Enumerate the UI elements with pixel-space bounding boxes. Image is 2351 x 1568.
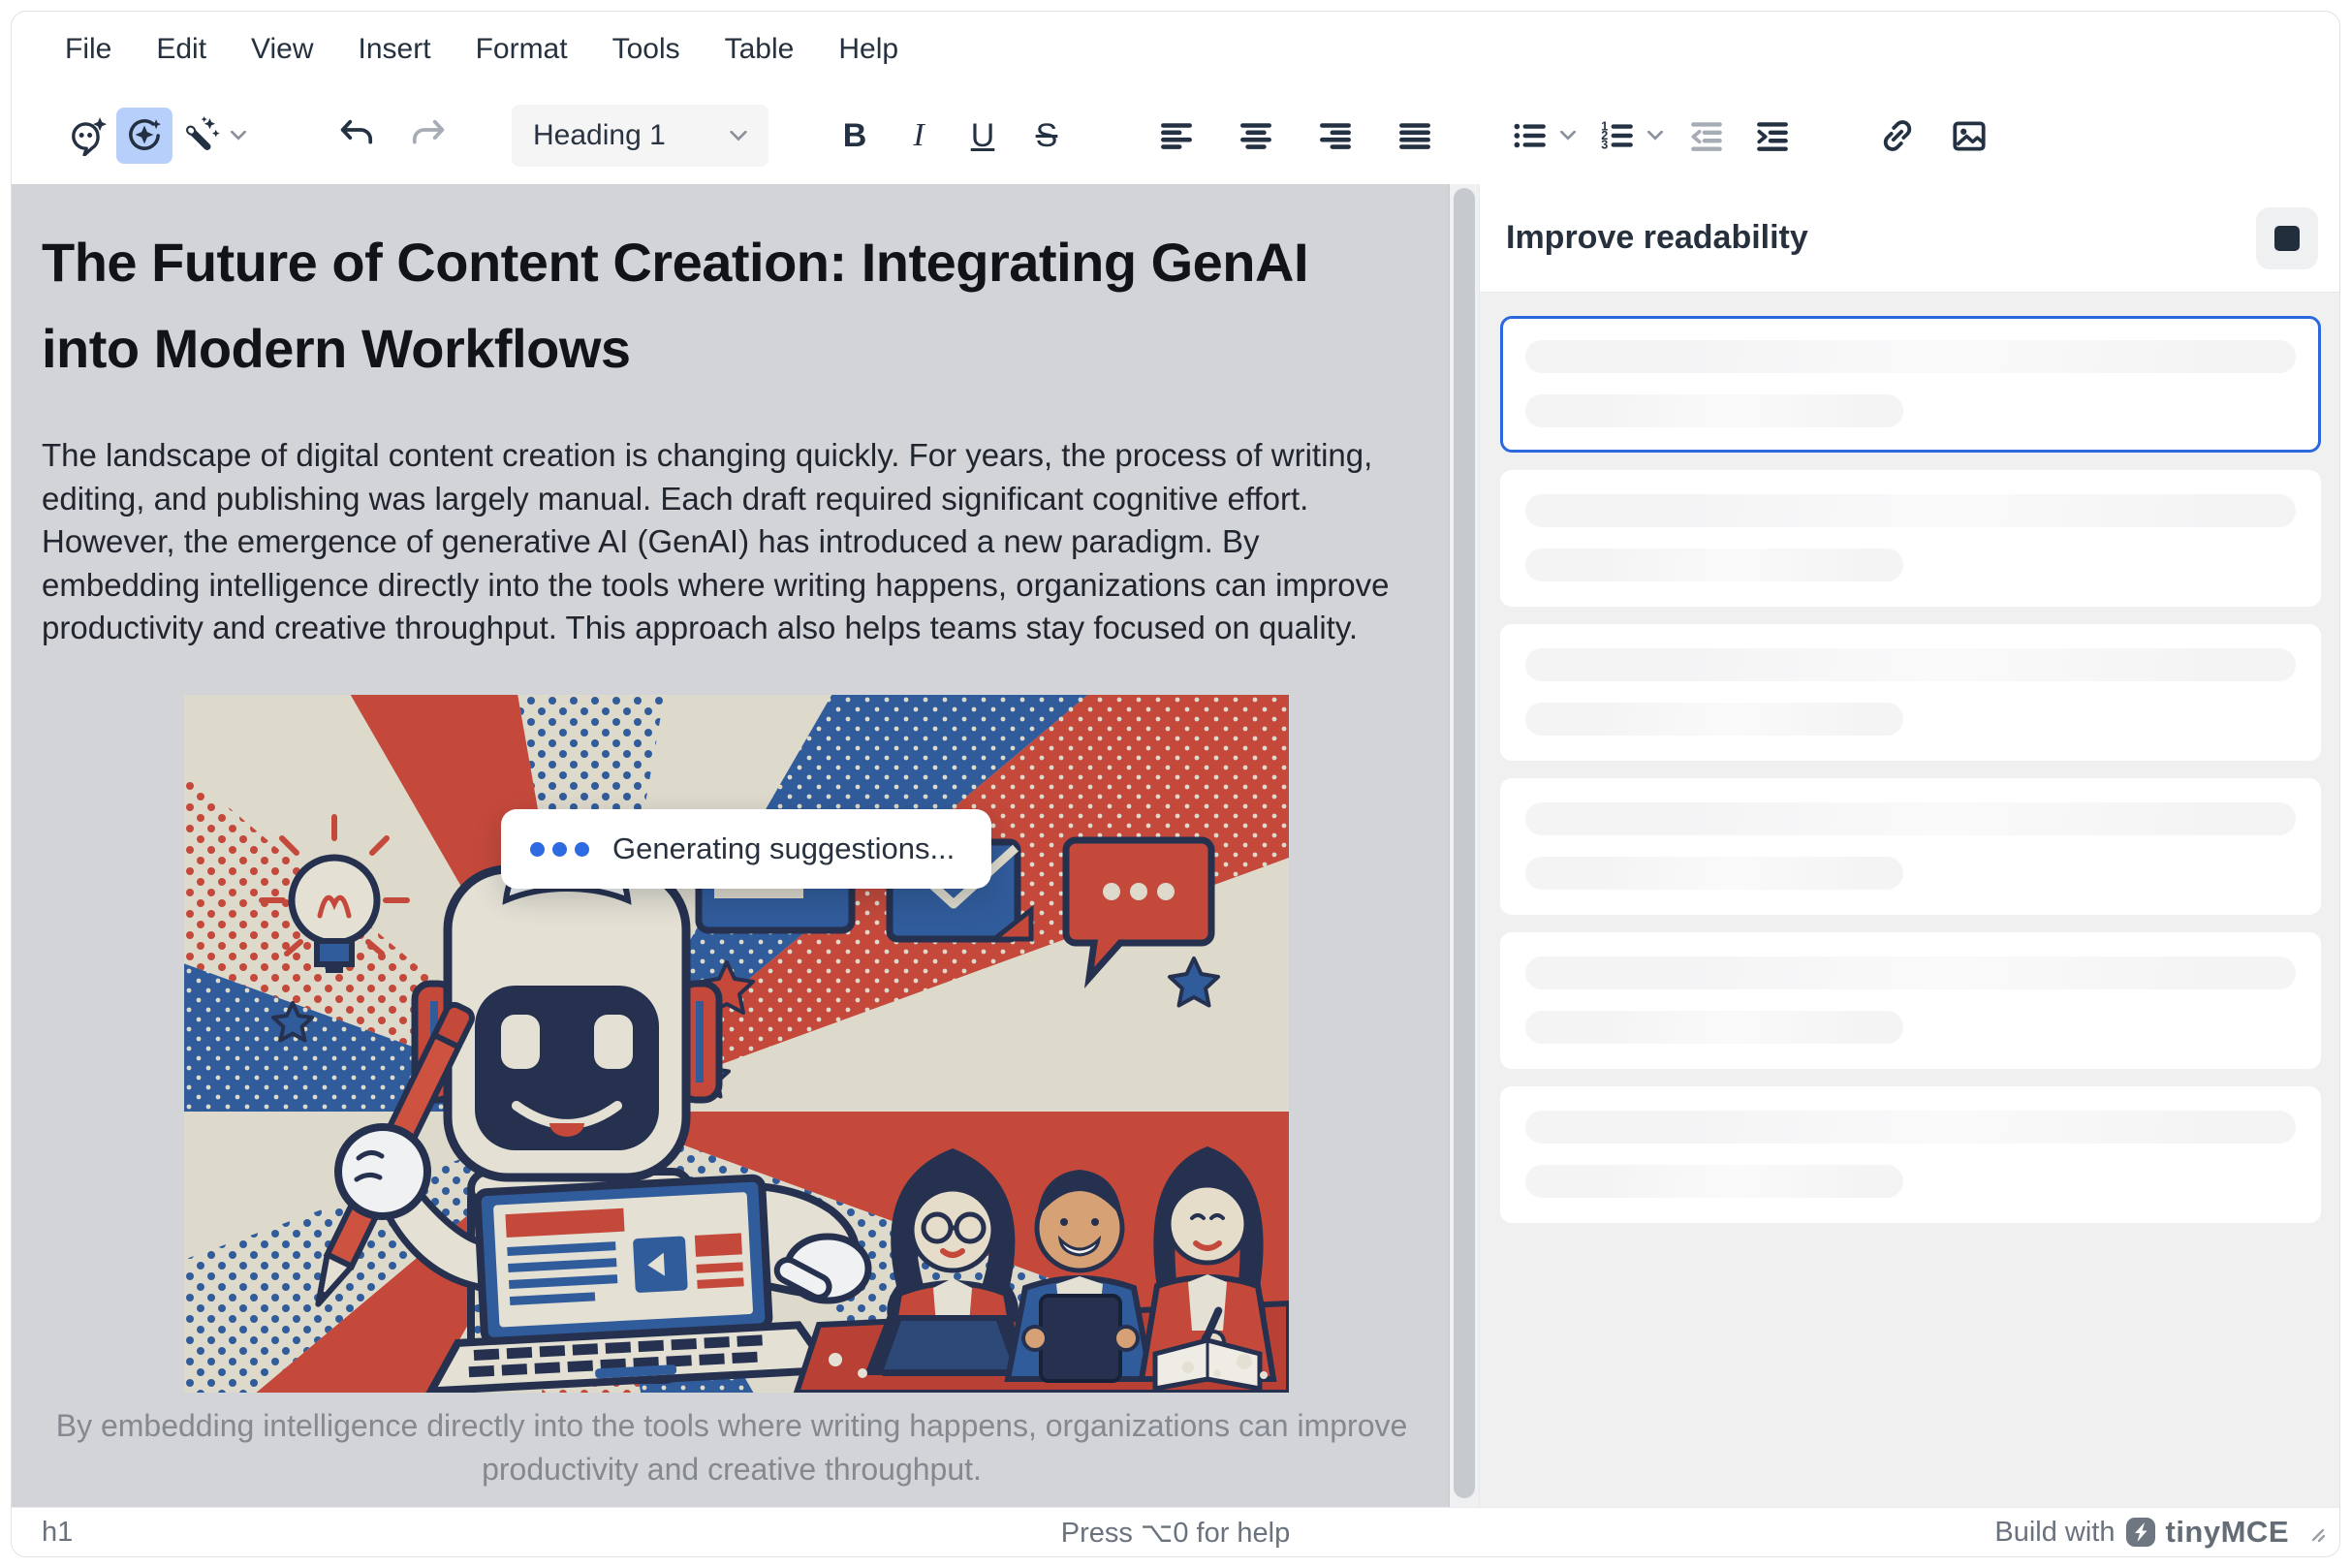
ai-shortcuts-icon <box>124 115 165 156</box>
skeleton-bar <box>1525 494 2296 527</box>
align-justify-icon <box>1395 115 1435 156</box>
menu-view[interactable]: View <box>229 23 335 76</box>
article-illustration <box>184 695 1289 1393</box>
suggestion-card-skeleton[interactable] <box>1500 778 2321 915</box>
menu-insert[interactable]: Insert <box>336 23 454 76</box>
skeleton-bar <box>1525 956 2296 989</box>
chevron-down-icon[interactable] <box>231 131 246 141</box>
undo-button[interactable] <box>329 108 386 164</box>
image-icon <box>1949 115 1990 156</box>
insert-image-button[interactable] <box>1941 108 1997 164</box>
bullet-list-icon <box>1510 115 1551 156</box>
generating-status-pill: Generating suggestions... <box>501 809 991 889</box>
strikethrough-icon: S <box>1036 119 1058 152</box>
block-format-select[interactable]: Heading 1 <box>512 105 768 167</box>
sidebar-suggestions-list <box>1480 293 2339 1507</box>
outdent-icon <box>1686 115 1727 156</box>
stop-icon <box>2274 226 2300 251</box>
menu-format[interactable]: Format <box>454 23 590 76</box>
document-paragraph[interactable]: The landscape of digital content creatio… <box>42 434 1422 650</box>
tinymce-editor-window: File Edit View Insert Format Tools Table… <box>11 11 2340 1557</box>
sidebar-header: Improve readability <box>1480 184 2339 293</box>
block-format-value: Heading 1 <box>533 119 666 152</box>
svg-text:3: 3 <box>1601 139 1608 152</box>
sidebar-title: Improve readability <box>1506 219 2256 257</box>
skeleton-bar <box>1525 394 1903 427</box>
chevron-down-icon[interactable] <box>1647 131 1663 141</box>
align-center-button[interactable] <box>1228 108 1284 164</box>
skeleton-bar <box>1525 802 2296 835</box>
bullet-list-button[interactable] <box>1502 108 1558 164</box>
menu-edit[interactable]: Edit <box>134 23 229 76</box>
align-left-icon <box>1156 115 1197 156</box>
skeleton-bar <box>1525 703 1903 736</box>
image-caption[interactable]: By embedding intelligence directly into … <box>42 1404 1422 1491</box>
tinymce-logo-icon <box>2125 1517 2156 1548</box>
element-path[interactable]: h1 <box>42 1517 73 1549</box>
italic-icon: I <box>913 119 924 152</box>
suggestion-card-skeleton[interactable] <box>1500 470 2321 607</box>
chevron-down-icon <box>730 131 747 141</box>
outdent-button[interactable] <box>1678 108 1735 164</box>
scrollbar-thumb[interactable] <box>1454 188 1475 1498</box>
align-right-button[interactable] <box>1307 108 1364 164</box>
menubar: File Edit View Insert Format Tools Table… <box>12 12 2339 87</box>
menu-file[interactable]: File <box>43 23 134 76</box>
branding-prefix: Build with <box>1994 1517 2115 1549</box>
indent-icon <box>1752 115 1793 156</box>
magic-wand-icon <box>180 115 221 156</box>
stop-generation-button[interactable] <box>2256 207 2318 269</box>
resize-handle-icon[interactable] <box>2304 1521 2326 1543</box>
toolbar: Heading 1 B I U S <box>12 87 2339 184</box>
redo-button[interactable] <box>399 108 455 164</box>
undo-icon <box>336 114 379 157</box>
menu-tools[interactable]: Tools <box>590 23 703 76</box>
bold-button[interactable]: B <box>827 108 883 164</box>
ai-tools-button[interactable] <box>172 108 229 164</box>
branding-name[interactable]: tinyMCE <box>2166 1515 2290 1550</box>
editor-scrollbar[interactable] <box>1450 184 1479 1507</box>
align-right-icon <box>1315 115 1356 156</box>
suggestion-card-skeleton[interactable] <box>1500 316 2321 453</box>
skeleton-bar <box>1525 340 2296 373</box>
bold-icon: B <box>843 119 867 152</box>
suggestion-card-skeleton[interactable] <box>1500 1086 2321 1223</box>
statusbar: h1 Press ⌥0 for help Build with tinyMCE <box>12 1507 2339 1556</box>
skeleton-bar <box>1525 549 1903 581</box>
menu-help[interactable]: Help <box>816 23 921 76</box>
ai-chat-icon <box>68 115 109 156</box>
editor-content[interactable]: The Future of Content Creation: Integrat… <box>12 184 1450 1507</box>
redo-icon <box>406 114 449 157</box>
strikethrough-button[interactable]: S <box>1019 108 1075 164</box>
link-icon <box>1877 115 1918 156</box>
suggestion-card-skeleton[interactable] <box>1500 932 2321 1069</box>
ai-assistant-button[interactable] <box>60 108 116 164</box>
document-heading[interactable]: The Future of Content Creation: Integrat… <box>42 219 1398 392</box>
menu-table[interactable]: Table <box>703 23 817 76</box>
help-hint: Press ⌥0 for help <box>12 1516 2339 1550</box>
ai-sidebar: Improve readability <box>1479 184 2339 1507</box>
skeleton-bar <box>1525 1011 1903 1044</box>
link-button[interactable] <box>1869 108 1926 164</box>
ai-shortcuts-button[interactable] <box>116 108 172 164</box>
numbered-list-button[interactable]: 123 <box>1589 108 1646 164</box>
italic-button[interactable]: I <box>891 108 947 164</box>
skeleton-bar <box>1525 857 1903 890</box>
skeleton-bar <box>1525 1111 2296 1144</box>
indent-button[interactable] <box>1744 108 1801 164</box>
skeleton-bar <box>1525 1165 1903 1198</box>
align-center-icon <box>1236 115 1276 156</box>
align-left-button[interactable] <box>1148 108 1205 164</box>
underline-icon: U <box>971 119 995 152</box>
chevron-down-icon[interactable] <box>1560 131 1576 141</box>
underline-button[interactable]: U <box>955 108 1011 164</box>
main-area: The Future of Content Creation: Integrat… <box>12 184 2339 1507</box>
suggestion-card-skeleton[interactable] <box>1500 624 2321 761</box>
numbered-list-icon: 123 <box>1597 115 1638 156</box>
document-image[interactable] <box>184 695 1289 1393</box>
align-justify-button[interactable] <box>1387 108 1443 164</box>
loading-dots-icon <box>530 842 589 857</box>
generating-status-text: Generating suggestions... <box>612 831 955 866</box>
skeleton-bar <box>1525 648 2296 681</box>
